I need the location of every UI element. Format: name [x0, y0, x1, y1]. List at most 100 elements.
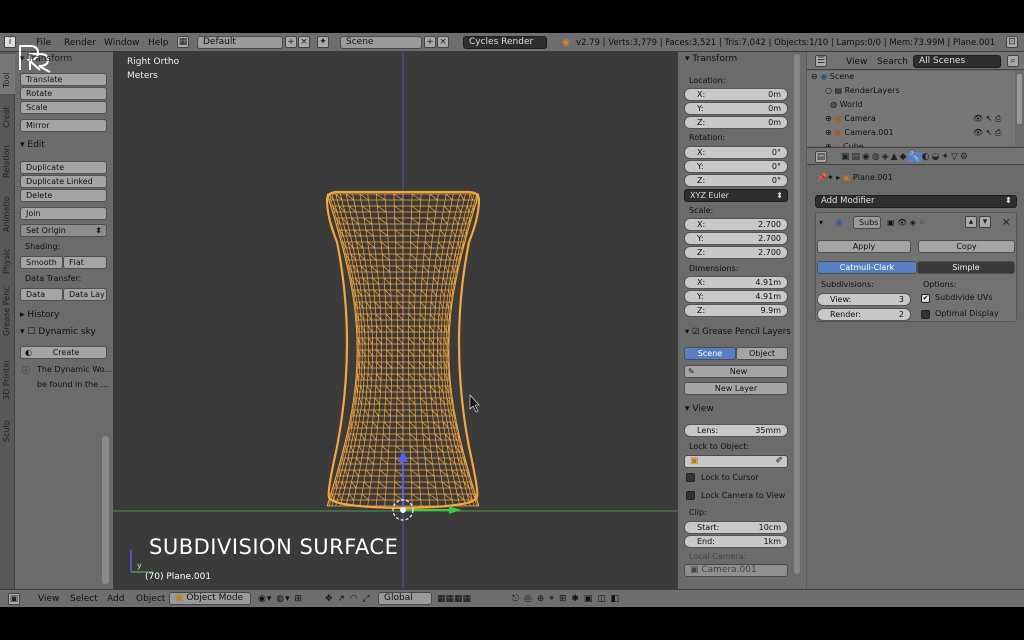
rotation-x-field[interactable]: X: 0° [684, 146, 788, 159]
orientation-select[interactable]: Global [378, 592, 432, 605]
dimensions-x-field[interactable]: X: 4.91m [684, 276, 788, 289]
tab-animation[interactable]: Animatio [0, 182, 15, 234]
outliner-row-camera[interactable]: ⊕ ▣ Camera [825, 113, 876, 125]
optimal-display-checkbox[interactable] [921, 310, 930, 319]
menu-window[interactable]: Window [104, 37, 140, 49]
rotate-button[interactable]: Rotate [20, 87, 107, 100]
mode-select[interactable]: ▣ Object Mode [169, 592, 251, 605]
scene-icon[interactable]: ✦ [317, 36, 329, 48]
grease-new-button[interactable]: ✎ New [684, 365, 788, 378]
outliner-search-icon[interactable]: ⌕ [1007, 55, 1019, 67]
modifier-toggle-icons[interactable]: ▣ 👁 ◈ ⁘ [887, 217, 925, 229]
location-y-field[interactable]: Y: 0m [684, 102, 788, 115]
layout-field[interactable]: Default [197, 36, 283, 49]
tab-create[interactable]: Creat [0, 96, 15, 130]
subdivide-uvs-checkbox[interactable]: ✔ [921, 294, 930, 303]
scale-z-field[interactable]: Z: 2.700 [684, 246, 788, 259]
tool-shelf-scrollbar[interactable] [102, 436, 109, 584]
modifier-name-field[interactable]: Subs [853, 216, 881, 229]
rotation-z-field[interactable]: Z: 0° [684, 174, 788, 187]
move-up-icon[interactable]: ▴ [965, 216, 977, 228]
delete-button[interactable]: Delete [20, 189, 107, 202]
data-button[interactable]: Data [20, 288, 63, 301]
layout-close-icon[interactable]: × [298, 36, 310, 48]
grease-pencil-header[interactable]: ▾ ☑ Grease Pencil Layers [685, 327, 791, 337]
copy-button[interactable]: Copy [918, 240, 1015, 253]
visibility-icons[interactable]: 👁 ↖ ⎙ [973, 113, 1001, 125]
menu-add[interactable]: Add [107, 593, 124, 605]
dimensions-z-field[interactable]: Z: 9.9m [684, 304, 788, 317]
outliner-search-menu[interactable]: Search [877, 56, 908, 68]
translate-button[interactable]: Translate [20, 73, 107, 86]
panel-edit-header[interactable]: ▾ Edit [20, 140, 45, 150]
n-transform-header[interactable]: ▾ Transform [685, 54, 737, 64]
outliner-row-scene[interactable]: ⊖ ◉ Scene [811, 71, 854, 83]
join-button[interactable]: Join [20, 207, 107, 220]
scale-x-field[interactable]: X: 2.700 [684, 218, 788, 231]
menu-render[interactable]: Render [64, 37, 96, 49]
scene-close-icon[interactable]: × [437, 36, 449, 48]
screen-maximize-icon[interactable]: ⊡ [1006, 36, 1018, 48]
duplicate-linked-button[interactable]: Duplicate Linked [20, 175, 107, 188]
add-modifier-select[interactable]: Add Modifier ⬍ [815, 195, 1017, 208]
data-layout-button[interactable]: Data Lay [63, 288, 107, 301]
lock-camera-checkbox[interactable] [686, 491, 695, 500]
new-layer-button[interactable]: New Layer [684, 382, 788, 395]
create-button[interactable]: ◐ Create [20, 346, 107, 359]
clip-start-field[interactable]: Start: 10cm [684, 521, 788, 534]
set-origin-select[interactable]: Set Origin ⬍ [20, 224, 107, 237]
render-engine-select[interactable]: Cycles Render [463, 36, 547, 49]
outliner-editor-icon[interactable]: ☰ [815, 55, 827, 67]
smooth-button[interactable]: Smooth [20, 256, 63, 269]
flat-button[interactable]: Flat [63, 256, 107, 269]
outliner-scrollbar[interactable] [1017, 74, 1022, 124]
eyedropper-icon[interactable]: ✐ [775, 456, 783, 467]
clip-end-field[interactable]: End: 1km [684, 535, 788, 548]
n-view-header[interactable]: ▾ View [685, 404, 714, 414]
snap-icons[interactable]: ⎋ ◎ ⊕ ⌖ ⊞ ✱ ▣ ◫ ◧ [512, 593, 620, 605]
lens-field[interactable]: Lens: 35mm [684, 424, 788, 437]
view-levels-field[interactable]: View: 3 [817, 293, 911, 306]
rotation-y-field[interactable]: Y: 0° [684, 160, 788, 173]
dimensions-y-field[interactable]: Y: 4.91m [684, 290, 788, 303]
scene-add-icon[interactable]: + [424, 36, 436, 48]
manipulator-icons[interactable]: ✥ ↗ ◠ ⤢ [325, 593, 371, 605]
panel-dynamic-sky-header[interactable]: ▾ ☐ Dynamic sky [20, 327, 96, 337]
remove-modifier-icon[interactable]: × [1002, 217, 1010, 229]
outliner-view-menu[interactable]: View [846, 56, 867, 68]
scene-field[interactable]: Scene [340, 36, 422, 49]
viewport-editor-icon[interactable]: ▣ [8, 593, 20, 605]
3d-viewport[interactable]: Right Ortho Meters SUBDIVISION SURFACE y… [113, 52, 678, 589]
menu-help[interactable]: Help [148, 37, 169, 49]
properties-editor-icon[interactable]: ▤ [815, 151, 827, 163]
visibility-icons-2[interactable]: 👁 ↖ ⎙ [973, 127, 1001, 139]
tab-tool[interactable]: Tool [0, 54, 15, 94]
outliner-filter-select[interactable]: All Scenes [913, 55, 1001, 68]
render-levels-field[interactable]: Render: 2 [817, 308, 911, 321]
menu-select[interactable]: Select [70, 593, 98, 605]
location-z-field[interactable]: Z: 0m [684, 116, 788, 129]
layer-buttons[interactable]: ▦▦▦▦ [437, 593, 471, 605]
duplicate-button[interactable]: Duplicate [20, 161, 107, 174]
panel-transform-header[interactable]: ▾ Transform [20, 54, 72, 64]
lock-object-field[interactable]: ▣ ✐ [684, 455, 788, 468]
shading-icons[interactable]: ◉▾ ◍▾ ⊞ [258, 593, 303, 605]
properties-context-icons[interactable]: ▣▤◉◍◈▲◆🔧◐◒✦▽⚙ [841, 151, 970, 163]
menu-object[interactable]: Object [136, 593, 165, 605]
tab-physics[interactable]: Physic [0, 236, 15, 276]
layout-icon[interactable]: ▦ [177, 36, 189, 48]
move-down-icon[interactable]: ▾ [979, 216, 991, 228]
tab-sculpt[interactable]: Sculp [0, 404, 15, 444]
editor-type-icon[interactable]: i [4, 36, 16, 48]
simple-tab[interactable]: Simple [917, 261, 1015, 274]
grease-scene-tab[interactable]: Scene [684, 347, 736, 360]
apply-button[interactable]: Apply [817, 240, 911, 253]
outliner-row-renderlayers[interactable]: ○ ▤ RenderLayers [825, 85, 900, 97]
scale-y-field[interactable]: Y: 2.700 [684, 232, 788, 245]
modifier-collapse-icon[interactable]: ▾ [819, 217, 823, 229]
tab-relations[interactable]: Relation [0, 132, 15, 180]
n-panel-scrollbar[interactable] [794, 54, 800, 574]
scale-button[interactable]: Scale [20, 101, 107, 114]
catmull-clark-tab[interactable]: Catmull-Clark [817, 261, 917, 274]
layout-add-icon[interactable]: + [285, 36, 297, 48]
